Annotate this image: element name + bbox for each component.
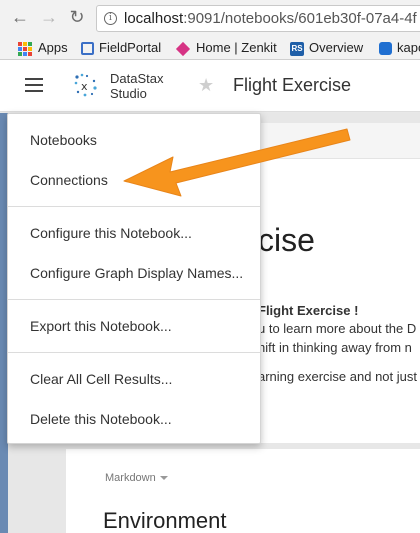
zenkit-icon: [175, 41, 191, 56]
apps-grid-icon: [18, 41, 32, 56]
notebook-heading: cise: [258, 222, 315, 258]
menu-item-delete-notebook[interactable]: Delete this Notebook...: [8, 402, 260, 436]
svg-text:x: x: [81, 80, 88, 93]
notebook-title: Flight Exercise: [233, 75, 352, 95]
forward-arrow-icon[interactable]: →: [38, 6, 60, 28]
menu-item-notebooks[interactable]: Notebooks: [8, 123, 260, 157]
star-icon[interactable]: ★: [198, 75, 214, 96]
menu-divider: [8, 352, 260, 353]
cell-text-line: hift in thinking away from n: [258, 340, 412, 355]
cell-text-line: Flight Exercise !: [258, 303, 359, 318]
main-menu-dropdown: Notebooks Connections Configure this Not…: [7, 113, 261, 444]
menu-item-export-notebook[interactable]: Export this Notebook...: [8, 309, 260, 343]
kapo-icon: [379, 42, 392, 56]
overview-icon: RS: [290, 41, 304, 56]
bookmarks-bar: Apps FieldPortal Home | Zenkit RS Overvie…: [0, 36, 420, 60]
chevron-down-icon: [159, 476, 168, 481]
datastax-logo-icon: x: [74, 73, 97, 97]
address-bar[interactable]: i localhost:9091/notebooks/601eb30f-07a4…: [96, 5, 420, 32]
brand-name: DataStax Studio: [110, 71, 164, 101]
cell-text-line: arning exercise and not just: [258, 369, 417, 384]
cell-type-select[interactable]: Markdown: [105, 472, 168, 484]
fieldportal-icon: [81, 42, 94, 56]
reload-icon[interactable]: ↻: [66, 6, 88, 28]
menu-item-configure-graph-display-names[interactable]: Configure Graph Display Names...: [8, 256, 260, 290]
bookmark-apps[interactable]: Apps: [18, 39, 68, 57]
info-icon[interactable]: i: [104, 12, 117, 25]
menu-item-configure-notebook[interactable]: Configure this Notebook...: [8, 216, 260, 250]
url-text: localhost:9091/notebooks/601eb30f-07a4-4…: [124, 10, 417, 27]
bookmark-fieldportal[interactable]: FieldPortal: [81, 39, 161, 57]
bookmark-overview[interactable]: RS Overview: [290, 39, 363, 57]
bookmark-zenkit[interactable]: Home | Zenkit: [175, 39, 277, 57]
hamburger-menu-icon[interactable]: [25, 78, 43, 92]
cell-heading: Environment: [103, 508, 227, 533]
menu-divider: [8, 206, 260, 207]
cell-text-line: u to learn more about the D: [258, 321, 417, 336]
studio-header: x DataStax Studio ★ Flight Exercise: [0, 60, 420, 112]
menu-item-connections[interactable]: Connections: [8, 163, 260, 197]
menu-item-clear-cell-results[interactable]: Clear All Cell Results...: [8, 362, 260, 396]
bookmark-kapo[interactable]: kapo: [379, 39, 420, 57]
menu-divider: [8, 299, 260, 300]
browser-toolbar: ← → ↻ i localhost:9091/notebooks/601eb30…: [0, 0, 420, 36]
back-arrow-icon[interactable]: ←: [9, 6, 31, 28]
